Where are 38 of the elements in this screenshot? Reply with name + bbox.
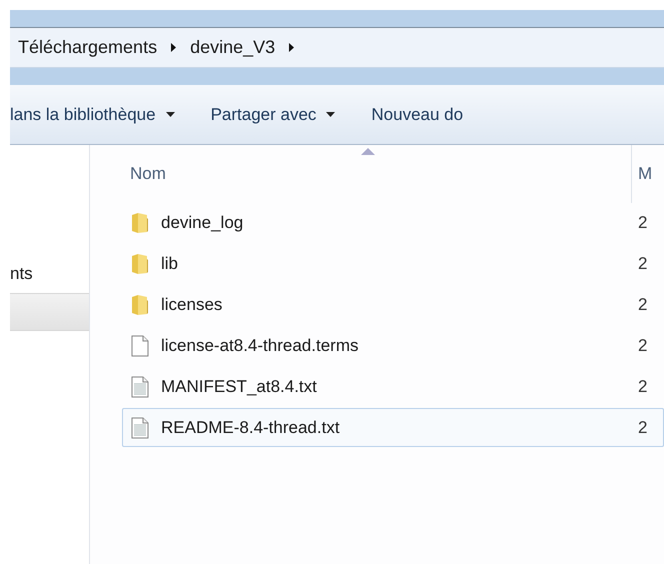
- breadcrumb-item[interactable]: devine_V3: [190, 34, 276, 61]
- column-header[interactable]: Nom: [90, 145, 632, 203]
- caret-icon: [326, 112, 336, 117]
- date-cell-text: 2: [637, 252, 648, 275]
- file-name: licenses: [161, 294, 222, 316]
- arrow-icon: [289, 43, 294, 52]
- folder-icon: [131, 212, 149, 234]
- text-file-icon: [131, 376, 149, 398]
- date-cell-text: 2: [637, 212, 648, 234]
- folder-icon: [131, 294, 149, 316]
- file-name: MANIFEST_at8.4.txt: [161, 376, 317, 398]
- date-cell-text: 2: [637, 294, 648, 316]
- caret-icon: [166, 112, 175, 117]
- date-cell-text: 2: [637, 334, 648, 357]
- file-icon: [131, 334, 149, 356]
- file-name: license-at8.4-thread.terms: [161, 334, 358, 357]
- date-cell-text: 2: [637, 376, 648, 398]
- breadcrumb-item[interactable]: Téléchargements: [18, 34, 158, 61]
- arrow-icon: [171, 43, 176, 52]
- sort-arrow-icon: [360, 148, 374, 155]
- file-row[interactable]: licenses 2: [122, 285, 664, 324]
- toolbar-button[interactable]: lans la bibliothèque: [10, 102, 175, 128]
- file-name: lib: [161, 252, 178, 275]
- toolbar-button[interactable]: Partager avec: [210, 102, 336, 128]
- sidebar-item[interactable]: [10, 293, 89, 331]
- file-row[interactable]: lib 2: [122, 244, 664, 283]
- file-row[interactable]: devine_log 2: [122, 203, 664, 242]
- file-row[interactable]: license-at8.4-thread.terms 2: [122, 326, 664, 365]
- folder-icon: [131, 252, 149, 274]
- text-file-icon: [131, 416, 149, 438]
- file-name: devine_log: [161, 212, 244, 234]
- date-cell-text: 2: [637, 416, 648, 439]
- column-header[interactable]: M: [632, 145, 664, 203]
- file-name: README-8.4-thread.txt: [161, 416, 340, 439]
- toolbar-button[interactable]: Nouveau do: [371, 102, 464, 128]
- file-row[interactable]: MANIFEST_at8.4.txt 2: [122, 367, 664, 406]
- sidebar-item[interactable]: nts: [10, 255, 89, 293]
- file-row[interactable]: README-8.4-thread.txt 2: [122, 408, 664, 447]
